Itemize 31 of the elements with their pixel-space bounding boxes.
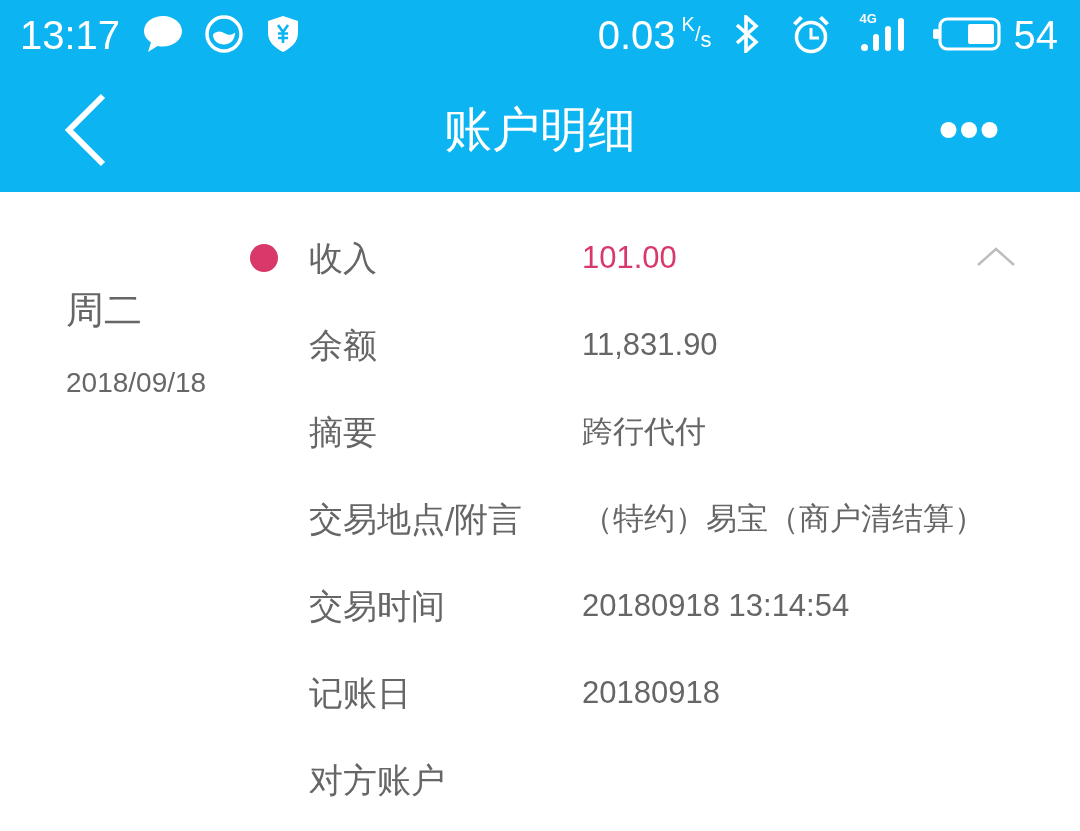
more-button[interactable]	[940, 121, 998, 139]
amount-value: 101.00	[582, 238, 677, 277]
field-value: （特约）易宝（商户清结算）	[582, 499, 985, 538]
weekday-text: 周二	[66, 288, 142, 333]
field-value: 11,831.90	[582, 325, 718, 364]
network-speed: 0.03	[597, 13, 676, 57]
field-label: 对方账户	[309, 759, 445, 800]
field-label: 交易时间	[309, 585, 445, 626]
battery-percent: 54	[1013, 13, 1058, 57]
alarm-clock-icon	[791, 14, 830, 54]
more-dots-icon	[940, 121, 998, 139]
battery-icon	[932, 17, 1001, 51]
wave-circle-icon	[205, 15, 244, 53]
field-label: 交易地点/附言	[309, 498, 523, 539]
bluetooth-icon	[733, 15, 760, 53]
network-type: 4G	[859, 12, 877, 26]
field-value: 20180918	[582, 673, 720, 712]
field-label: 摘要	[309, 411, 377, 452]
status-time: 13:17	[20, 13, 121, 57]
field-label: 收入	[309, 237, 377, 278]
field-value: 20180918 13:14:54	[582, 586, 850, 625]
page-title: 账户明细	[444, 102, 636, 158]
field-value: 跨行代付	[582, 412, 706, 451]
chevron-left-icon	[63, 93, 107, 167]
shield-yen-icon	[267, 15, 300, 53]
field-label: 余额	[309, 324, 377, 365]
back-button[interactable]	[63, 93, 107, 167]
field-label: 记账日	[309, 672, 411, 713]
chat-bubble-icon	[143, 15, 184, 53]
date-text: 2018/09/18	[66, 366, 207, 400]
caret-up-icon[interactable]	[976, 246, 1016, 267]
